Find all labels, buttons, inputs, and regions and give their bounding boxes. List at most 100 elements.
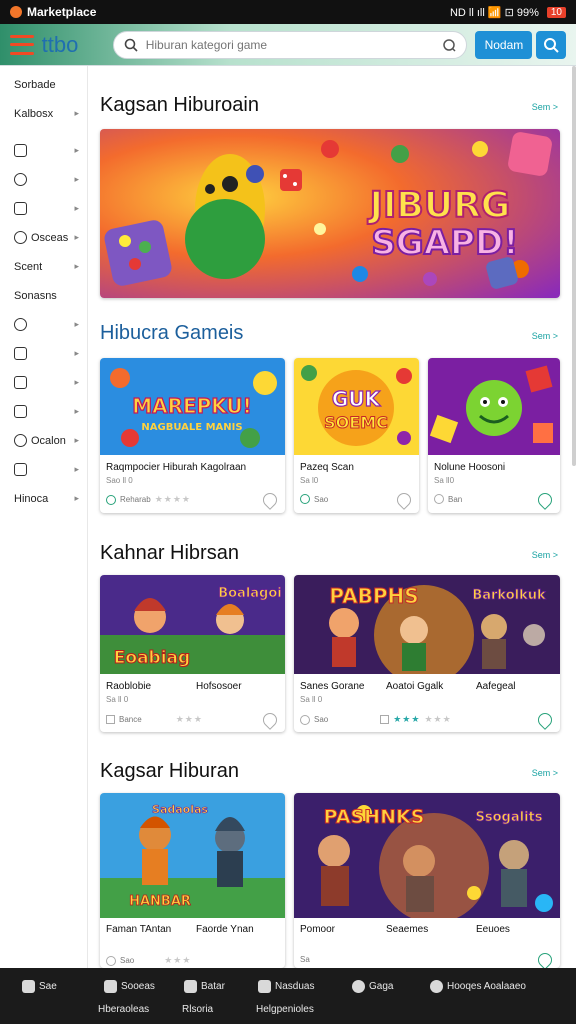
heart-icon[interactable] [260,710,280,730]
refresh-icon[interactable] [442,38,456,52]
game-title-tertiary: Eeuoes [476,924,510,935]
game-title: Faman TAntan [106,924,172,935]
nav-subitem[interactable]: Hberaoleas [98,1004,149,1015]
thumbnail-badge: Ssogalits [476,810,543,825]
game-title-secondary: Hofsosoer [196,681,242,692]
chevron-right-icon: ▸ [74,232,79,242]
sidebar: Sorbade Kalbosx ▸ ▸ ▸ ▸ Osceas ▸ Scent ▸ So… [0,66,88,968]
see-all-link[interactable]: Sem > [532,331,558,341]
nav-item-home[interactable]: Sae [22,980,57,993]
nav-subitem[interactable]: Helgpenioles [256,1004,314,1015]
chevron-right-icon: ▸ [74,493,79,503]
heart-icon[interactable] [535,950,555,968]
checkbox-icon[interactable] [380,715,390,724]
banner-title-line1: JIBURG [367,185,511,226]
sidebar-item[interactable]: ▸ [0,310,87,339]
nav-item-more[interactable]: Hooqes Aoalaaeo [430,980,526,993]
menu-item-icon [14,347,27,360]
chevron-right-icon: ▸ [74,464,79,474]
menu-item-icon [14,434,27,447]
game-card[interactable]: Boalagoi Eoabiag Raoblobie Hofsosoer Sa … [100,575,285,732]
sidebar-item[interactable]: Sonasns [0,281,87,310]
menu-item-icon [14,405,27,418]
nav-item-sooeas[interactable]: Sooeas [104,980,155,993]
menu-item-icon [14,231,27,244]
checkbox-icon[interactable] [106,715,115,724]
game-title-secondary: Faorde Ynan [196,924,254,935]
search-submit-button[interactable] [536,30,567,59]
game-meta: Reharab ★★★★ [106,494,191,505]
sidebar-item[interactable]: ▸ [0,339,87,368]
nav-item-gaga[interactable]: Gaga [352,980,393,993]
search-input[interactable] [145,37,443,52]
game-card[interactable]: Nolune Hoosoni Sa ll0 Ban [428,358,560,513]
sidebar-item[interactable]: Scent ▸ [0,252,87,281]
banner-title-line2: SGAPD! [371,223,518,263]
rating-stars-secondary: ★★★ [424,714,452,724]
chevron-right-icon: ▸ [74,203,79,213]
thumbnail-badge: Sadaolas [152,803,208,816]
heart-icon[interactable] [394,490,414,510]
app-logo[interactable]: ttbo [42,32,101,58]
game-title-secondary: Seaemes [386,924,429,935]
section-title: Kagsan Hiburoain [100,94,259,116]
game-subtitle: Sa l0 [300,476,319,485]
main-content: Kagsan Hiburoain Sem > JIBURG SGAPD! Hib… [88,66,576,968]
sidebar-item[interactable]: ▸ [0,368,87,397]
game-meta: Sao ★★★ ★★★ [300,714,452,725]
sidebar-item[interactable]: Osceas ▸ [0,223,87,252]
game-title: Raqmpocier Hiburah Kagolraan [106,462,247,473]
hamburger-menu-icon[interactable] [10,34,34,55]
sidebar-item[interactable]: ▸ [0,165,87,194]
thumbnail-title: PABPHS [329,584,418,608]
game-card[interactable]: PABPHS Barkolkuk Sanes Gorane Aoatoi Gga… [294,575,560,732]
search-icon [124,38,138,52]
thumbnail-title: GUK [332,387,382,411]
sidebar-item[interactable]: ▸ [0,194,87,223]
nav-subitem[interactable]: Rlsoria [182,1004,213,1015]
heart-icon[interactable] [260,490,280,510]
status-dot-icon [300,714,310,725]
see-all-link[interactable]: Sem > [532,550,558,560]
status-bar: Marketplace ND ll ıll 📶 ⊡ 99% 10 [0,0,576,24]
heart-icon[interactable] [535,710,555,730]
nav-item-nasduas[interactable]: Nasduas [258,980,314,993]
game-meta: Sao ★★★ [106,955,191,966]
menu-item-icon [14,376,27,389]
thumbnail-subtitle: SOEMC [324,413,388,432]
sidebar-item[interactable]: Sorbade [0,70,87,99]
sidebar-item[interactable]: ▸ [0,455,87,484]
section-title: Kahnar Hibrsan [100,542,239,564]
section-title: Hibucra Gameis [100,322,244,344]
home-icon [22,980,35,993]
heart-icon[interactable] [535,490,555,510]
search-button[interactable]: Nodam [475,30,533,59]
see-all-link[interactable]: Sem > [532,102,558,112]
game-meta: Ban [434,494,462,504]
chevron-right-icon: ▸ [74,377,79,387]
chevron-right-icon: ▸ [74,174,79,184]
chevron-right-icon: ▸ [74,406,79,416]
rating-stars: ★★★★ [154,494,191,504]
search-box[interactable] [112,30,468,59]
see-all-link[interactable]: Sem > [532,768,558,778]
game-card[interactable]: MAREPKU! NAGBUALE MANIS Raqmpocier Hibur… [100,358,285,513]
sidebar-item[interactable]: Ocalon ▸ [0,426,87,455]
game-card[interactable]: Sadaolas HANBAR Faman TAntan Faorde Ynan… [100,793,285,968]
game-title: Pomoor [300,924,336,935]
sidebar-item[interactable]: Hinoca ▸ [0,484,87,513]
scrollbar[interactable] [572,66,576,466]
nav-item-batar[interactable]: Batar [184,980,225,993]
featured-banner[interactable]: JIBURG SGAPD! [100,129,560,298]
menu-item-icon [14,318,27,331]
sidebar-item[interactable]: Kalbosx ▸ [0,99,87,128]
sidebar-item[interactable]: ▸ [0,397,87,426]
chevron-right-icon: ▸ [74,348,79,358]
game-card[interactable]: PASHNKS Ssogalits Pomoor Seaemes Eeuoes … [294,793,560,968]
sidebar-item[interactable]: ▸ [0,136,87,165]
game-meta: Sao [300,494,328,504]
game-title: Raoblobie [106,681,152,692]
game-card[interactable]: GUK SOEMC Pazeq Scan Sa l0 Sao [294,358,419,513]
status-dot-icon [106,494,116,505]
game-subtitle: Sao ll 0 [106,476,133,485]
